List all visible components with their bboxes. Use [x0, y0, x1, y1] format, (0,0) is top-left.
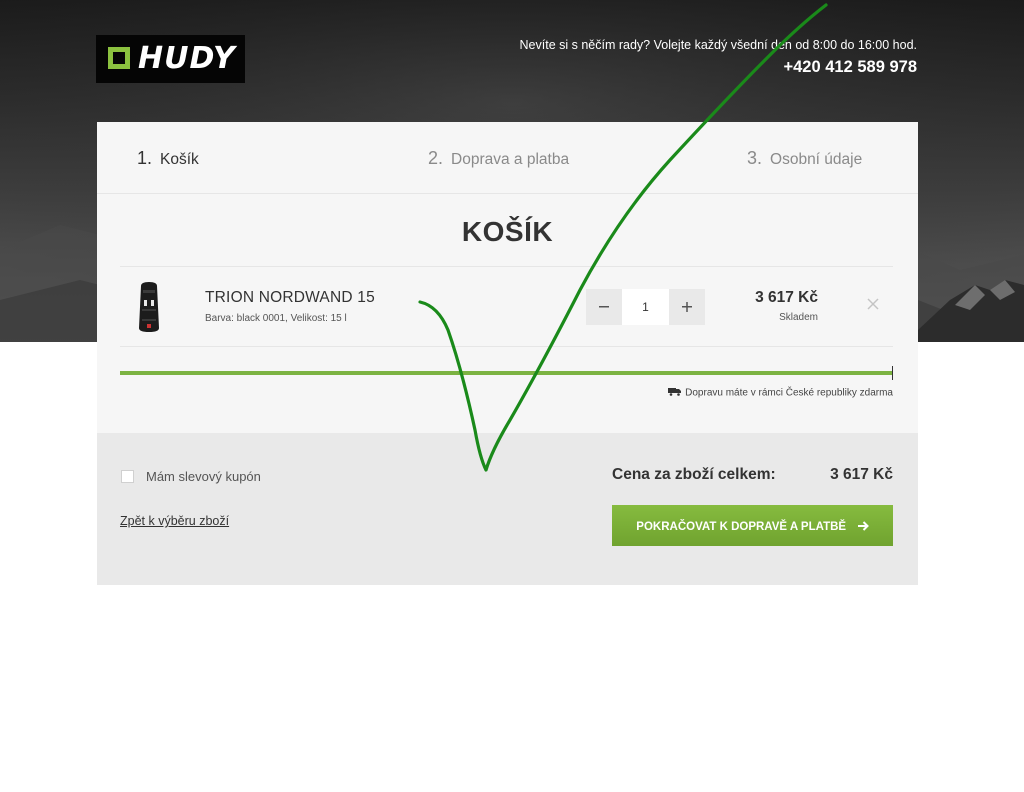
stock-status: Skladem [779, 312, 818, 323]
logo-square-icon [108, 47, 130, 69]
quantity-input[interactable] [622, 289, 669, 325]
step-cart[interactable]: 1. Košík [137, 148, 199, 169]
cta-label: POKRAČOVAT K DOPRAVĚ A PLATBĚ [636, 521, 847, 533]
shipping-note-text: Dopravu máte v rámci České republiky zda… [685, 387, 893, 399]
total-label: Cena za zboží celkem: [612, 466, 776, 483]
progress-end-marker [891, 366, 893, 380]
page: HUDY Nevíte si s něčím rady? Volejte kaž… [0, 0, 1024, 792]
cart-summary: Mám slevový kupón Zpět k výběru zboží Ce… [97, 433, 918, 585]
hudy-logo[interactable]: HUDY [96, 35, 245, 83]
step-label: Osobní údaje [770, 151, 863, 168]
free-shipping-progress [120, 366, 893, 380]
checkout-steps: 1. Košík 2. Doprava a platba 3. Osobní údaj… [97, 122, 918, 194]
step-label: Doprava a platba [451, 151, 570, 168]
total-value: 3 617 Kč [830, 466, 893, 483]
product-name[interactable]: TRION NORDWAND 15 [205, 289, 375, 307]
step-number: 1. [137, 148, 153, 168]
step-number: 3. [747, 148, 763, 168]
progress-fill [120, 371, 893, 375]
logo-text: HUDY [138, 41, 236, 76]
continue-to-shipping-button[interactable]: POKRAČOVAT K DOPRAVĚ A PLATBĚ [612, 505, 893, 546]
cart-item-row: TRION NORDWAND 15 Barva: black 0001, Vel… [120, 266, 893, 347]
shipping-note: Dopravu máte v rámci České republiky zda… [668, 387, 893, 399]
page-title: KOŠÍK [461, 216, 554, 247]
quantity-stepper [586, 289, 705, 325]
step-shipping-payment[interactable]: 2. Doprava a platba [428, 148, 569, 169]
cart-card: 1. Košík 2. Doprava a platba 3. Osobní údaj… [97, 122, 918, 585]
help-text: Nevíte si s něčím rady? Volejte každý vš… [519, 38, 917, 52]
backpack-image[interactable] [134, 280, 164, 334]
truck-icon [668, 387, 682, 399]
coupon-checkbox[interactable] [121, 470, 134, 483]
product-attributes: Barva: black 0001, Velikost: 15 l [205, 313, 347, 324]
arrow-right-icon [854, 518, 869, 533]
item-price: 3 617 Kč [755, 289, 818, 306]
back-to-products-link[interactable]: Zpět k výběru zboží [120, 514, 229, 528]
minus-icon[interactable] [586, 289, 622, 325]
step-number: 2. [428, 148, 444, 168]
step-personal-info[interactable]: 3. Osobní údaje [747, 148, 862, 169]
step-label: Košík [160, 151, 199, 168]
phone-number[interactable]: +420 412 589 978 [783, 58, 917, 77]
plus-icon[interactable] [669, 289, 705, 325]
close-icon[interactable] [863, 294, 883, 314]
coupon-label[interactable]: Mám slevový kupón [146, 469, 261, 484]
